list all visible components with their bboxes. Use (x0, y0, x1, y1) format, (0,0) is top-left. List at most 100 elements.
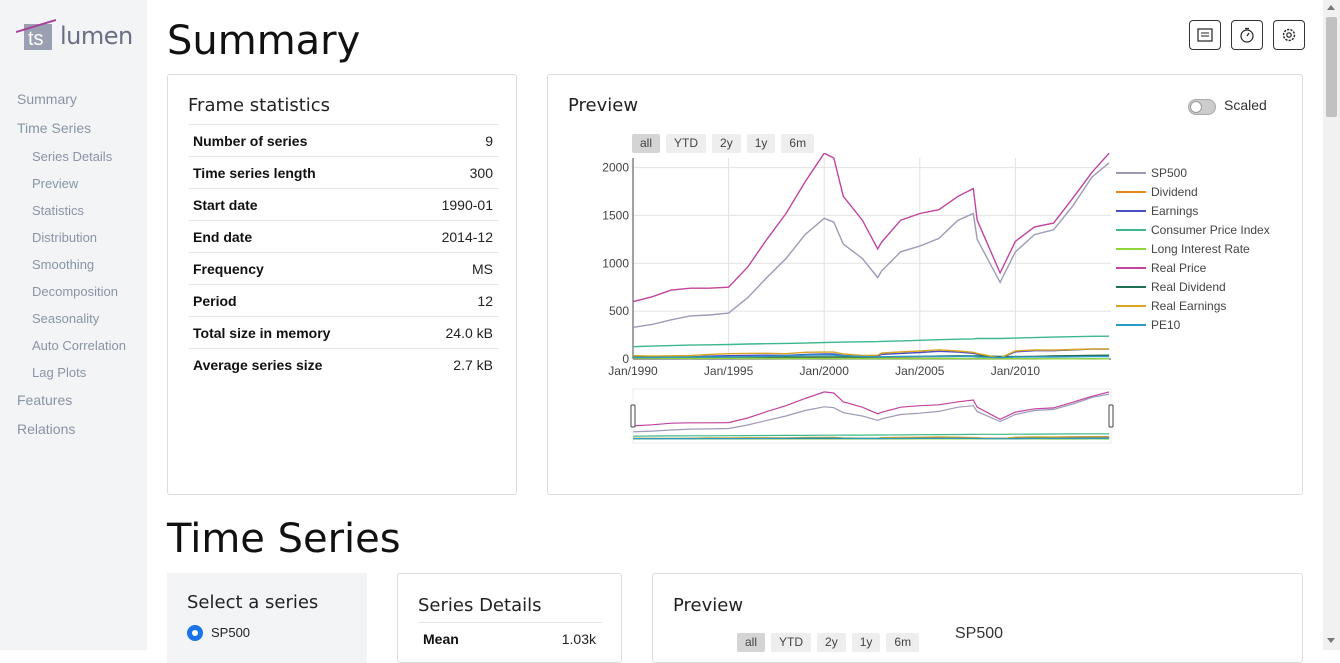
main-content: Summary Frame statistics Number of (167, 0, 1317, 650)
legend-item[interactable]: Real Price (1116, 258, 1270, 277)
navigator-handle-right[interactable] (1109, 405, 1113, 427)
x-tick-label: Jan/1990 (608, 364, 658, 378)
series-radio-sp500[interactable] (187, 625, 203, 641)
mean-label: Mean (423, 631, 459, 647)
sidebar-item-statistics[interactable]: Statistics (0, 200, 147, 227)
y-tick-label: 1500 (602, 208, 629, 222)
legend-item[interactable]: Consumer Price Index (1116, 220, 1270, 239)
app-logo[interactable]: ts lumen (16, 18, 126, 56)
sidebar-item-seasonality[interactable]: Seasonality (0, 308, 147, 335)
sidebar-item-distribution[interactable]: Distribution (0, 227, 147, 254)
stats-key: Total size in memory (188, 317, 407, 349)
stats-value: MS (407, 253, 498, 285)
legend-label: SP500 (1151, 166, 1187, 180)
notes-button[interactable] (1189, 20, 1221, 50)
sidebar-nav: SummaryTime SeriesSeries DetailsPreviewS… (0, 88, 147, 447)
series-details-title: Series Details (418, 595, 541, 616)
navigator-line-pe10 (633, 438, 1109, 439)
range-button-6m[interactable]: 6m (886, 633, 919, 652)
sidebar-item-auto-correlation[interactable]: Auto Correlation (0, 335, 147, 362)
frame-statistics-table: Number of series9Time series length300St… (188, 124, 498, 381)
y-tick-label: 2000 (602, 161, 629, 175)
navigator-handle-left[interactable] (631, 405, 635, 427)
stats-value: 24.0 kB (407, 317, 498, 349)
legend-item[interactable]: SP500 (1116, 163, 1270, 182)
x-tick-label: Jan/2000 (800, 364, 850, 378)
legend-item[interactable]: Real Dividend (1116, 277, 1270, 296)
preview-chart[interactable]: 0500100015002000Jan/1990Jan/1995Jan/2000… (588, 153, 1148, 463)
frame-statistics-title: Frame statistics (188, 95, 330, 116)
scroll-thumb[interactable] (1326, 17, 1337, 117)
scroll-up-arrow[interactable] (1327, 5, 1335, 10)
sidebar-item-time-series[interactable]: Time Series (0, 117, 147, 146)
stats-value: 9 (407, 125, 498, 157)
legend-swatch (1116, 210, 1146, 212)
settings-button[interactable] (1273, 20, 1305, 50)
x-tick-label: Jan/2010 (991, 364, 1041, 378)
range-button-ytd[interactable]: YTD (771, 633, 811, 652)
header-toolbar (1189, 20, 1305, 50)
range-button-6m[interactable]: 6m (781, 134, 814, 153)
sidebar-item-series-details[interactable]: Series Details (0, 146, 147, 173)
legend-swatch (1116, 305, 1146, 307)
notes-icon (1197, 28, 1213, 42)
toggle-knob (1190, 101, 1202, 113)
sidebar-item-relations[interactable]: Relations (0, 418, 147, 447)
page-title: Summary (167, 18, 360, 64)
range-button-2y[interactable]: 2y (712, 134, 741, 153)
sidebar-item-features[interactable]: Features (0, 389, 147, 418)
legend-swatch (1116, 324, 1146, 326)
page-scrollbar[interactable] (1323, 0, 1340, 650)
timer-button[interactable] (1231, 20, 1263, 50)
y-tick-label: 500 (609, 304, 629, 318)
legend-label: Real Price (1151, 261, 1206, 275)
legend-label: Consumer Price Index (1151, 223, 1270, 237)
legend-item[interactable]: Real Earnings (1116, 296, 1270, 315)
range-selector: all YTD 2y 1y 6m (632, 134, 814, 153)
scroll-down-arrow[interactable] (1327, 638, 1335, 643)
legend-label: Long Interest Rate (1151, 242, 1250, 256)
logo-name: lumen (60, 22, 133, 50)
range-button-2y[interactable]: 2y (817, 633, 846, 652)
legend-swatch (1116, 229, 1146, 231)
sidebar: ts lumen SummaryTime SeriesSeries Detail… (0, 0, 147, 650)
range-button-1y[interactable]: 1y (852, 633, 881, 652)
range-button-all[interactable]: all (632, 134, 660, 153)
stats-key: Time series length (188, 157, 407, 189)
range-button-ytd[interactable]: YTD (666, 134, 706, 153)
gear-icon (1280, 26, 1298, 44)
stats-key: End date (188, 221, 407, 253)
legend-swatch (1116, 191, 1146, 193)
range-button-all[interactable]: all (737, 633, 765, 652)
stats-key: Start date (188, 189, 407, 221)
legend-label: PE10 (1151, 318, 1180, 332)
series-range-selector: all YTD 2y 1y 6m (737, 633, 919, 652)
legend-item[interactable]: Long Interest Rate (1116, 239, 1270, 258)
logo-ts-text: ts (28, 28, 44, 50)
series-line-real-price (633, 153, 1109, 301)
legend-swatch (1116, 267, 1146, 269)
range-button-1y[interactable]: 1y (747, 134, 776, 153)
sidebar-item-lag-plots[interactable]: Lag Plots (0, 362, 147, 389)
legend-label: Real Dividend (1151, 280, 1226, 294)
legend-swatch (1116, 172, 1146, 174)
stats-row: Average series size2.7 kB (188, 349, 498, 381)
sidebar-item-decomposition[interactable]: Decomposition (0, 281, 147, 308)
stats-row: Start date1990-01 (188, 189, 498, 221)
scaled-label: Scaled (1224, 97, 1267, 113)
radio-dot (192, 630, 198, 636)
stats-row: FrequencyMS (188, 253, 498, 285)
details-divider (418, 622, 602, 623)
scaled-toggle[interactable] (1188, 99, 1216, 115)
y-tick-label: 1000 (602, 256, 629, 270)
stats-row: End date2014-12 (188, 221, 498, 253)
sidebar-item-smoothing[interactable]: Smoothing (0, 254, 147, 281)
series-line-long-interest-rate (633, 358, 1109, 359)
legend-item[interactable]: Dividend (1116, 182, 1270, 201)
series-chart-title: SP500 (955, 625, 1003, 643)
sidebar-item-summary[interactable]: Summary (0, 88, 147, 117)
legend-swatch (1116, 248, 1146, 250)
sidebar-item-preview[interactable]: Preview (0, 173, 147, 200)
legend-item[interactable]: PE10 (1116, 315, 1270, 334)
legend-item[interactable]: Earnings (1116, 201, 1270, 220)
